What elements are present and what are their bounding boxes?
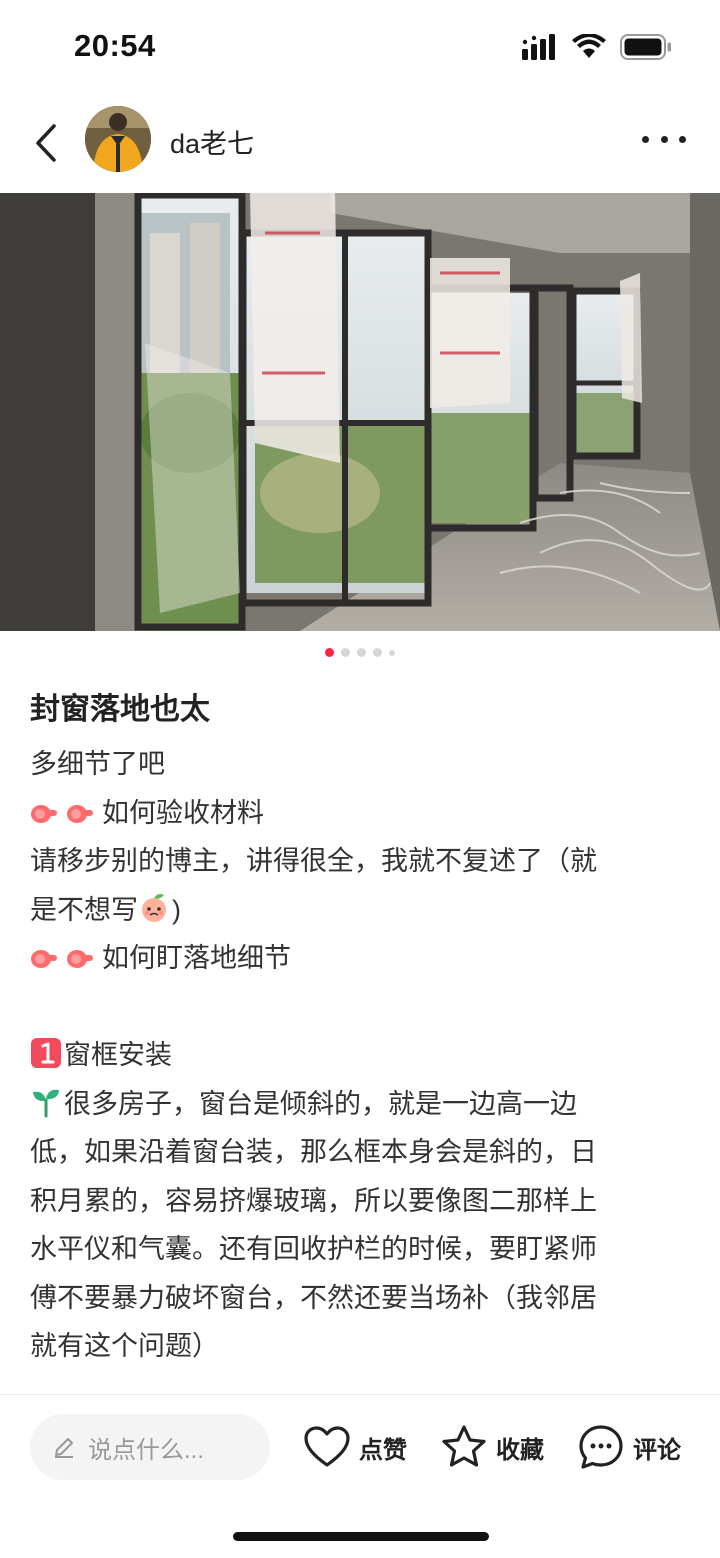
- signal-icon: [522, 34, 555, 60]
- window-installation-photo: [0, 193, 720, 631]
- pointing-hand-icon: [31, 950, 57, 968]
- carousel-indicator: [0, 648, 720, 657]
- body-line-with-icon: 如何盯落地细节: [30, 934, 690, 983]
- status-bar: 20:54: [0, 0, 720, 96]
- post-title: 封窗落地也太: [30, 693, 210, 726]
- carousel-dot: [357, 648, 366, 657]
- status-icons: [522, 34, 672, 60]
- comment-placeholder: 说点什么...: [88, 1436, 205, 1464]
- wifi-icon: [572, 34, 606, 58]
- body-line-with-icon: 如何验收材料: [30, 789, 690, 838]
- body-line-with-icon: 很多房子，窗台是倾斜的，就是一边高一边: [30, 1080, 690, 1129]
- author-name[interactable]: da老七: [170, 122, 254, 161]
- star-icon: [442, 1425, 486, 1467]
- body-line-with-icon: 窗框安装: [30, 1031, 690, 1080]
- collect-label: 收藏: [496, 1436, 544, 1464]
- body-line-with-icon: 是不想写 ): [30, 886, 690, 935]
- like-label: 点赞: [359, 1436, 407, 1464]
- more-dot-icon: [642, 135, 649, 143]
- pencil-icon: [55, 1438, 73, 1458]
- carousel-dot: [389, 649, 395, 656]
- comment-input[interactable]: 说点什么...: [30, 1414, 270, 1480]
- like-button[interactable]: 点赞: [303, 1420, 407, 1474]
- post-header: da老七: [0, 96, 720, 192]
- carousel-dot-active: [325, 648, 334, 657]
- battery-icon: [620, 34, 671, 60]
- body-line: 傅不要暴力破坏窗台，不然还要当场补（我邻居: [30, 1282, 597, 1313]
- section-heading-materials: 如何验收材料: [102, 797, 264, 828]
- body-line: 水平仪和气囊。还有回收护栏的时候，要盯紧师: [30, 1234, 597, 1264]
- carousel-dot: [373, 648, 382, 657]
- body-line: 请移步别的博主，讲得很全，我就不复述了（就: [30, 846, 597, 876]
- bottom-divider: [0, 1394, 720, 1395]
- status-time: 20:54: [74, 28, 156, 63]
- pointing-hand-icon: [31, 804, 57, 823]
- pointing-hand-icon: [67, 950, 93, 968]
- body-line: 多细节了吧: [30, 749, 165, 779]
- body-line-text: 很多房子，窗台是倾斜的，就是一边高一边: [64, 1088, 577, 1119]
- section-heading-frame: 窗框安装: [64, 1040, 172, 1070]
- more-dot-icon: [660, 135, 668, 143]
- post-image[interactable]: [0, 193, 720, 631]
- pointing-hand-icon: [67, 804, 93, 823]
- comment-button[interactable]: 评论: [577, 1420, 681, 1474]
- body-line: 低，如果沿着窗台装，那么框本身会是斜的，日: [30, 1137, 597, 1167]
- avatar-image: [85, 106, 151, 172]
- section-heading-installation: 如何盯落地细节: [102, 943, 291, 973]
- carousel-dot: [341, 648, 350, 657]
- comment-bubble-icon: [579, 1425, 623, 1469]
- body-line: 积月累的，容易挤爆玻璃，所以要像图二那样上: [30, 1185, 597, 1216]
- heart-icon: [304, 1426, 350, 1467]
- post-body: 多细节了吧 如何验收材料 请移步别的博主，讲得很全，我就不复述了（就 是不想写 …: [30, 740, 690, 1371]
- keycap-one-icon: [31, 1038, 61, 1068]
- chevron-left-icon: [36, 124, 56, 162]
- more-dot-icon: [679, 135, 686, 143]
- sprout-icon: [33, 1089, 59, 1117]
- more-options-button[interactable]: [642, 124, 686, 154]
- peach-face-icon: [142, 893, 166, 922]
- home-indicator[interactable]: [233, 1532, 489, 1541]
- body-line: 就有这个问题）: [30, 1331, 219, 1361]
- collect-button[interactable]: 收藏: [440, 1420, 544, 1474]
- body-line-text: ): [172, 894, 181, 925]
- avatar[interactable]: [85, 106, 151, 172]
- body-line-text: 是不想写: [30, 894, 138, 925]
- back-button[interactable]: [26, 118, 66, 168]
- comment-label: 评论: [633, 1436, 681, 1464]
